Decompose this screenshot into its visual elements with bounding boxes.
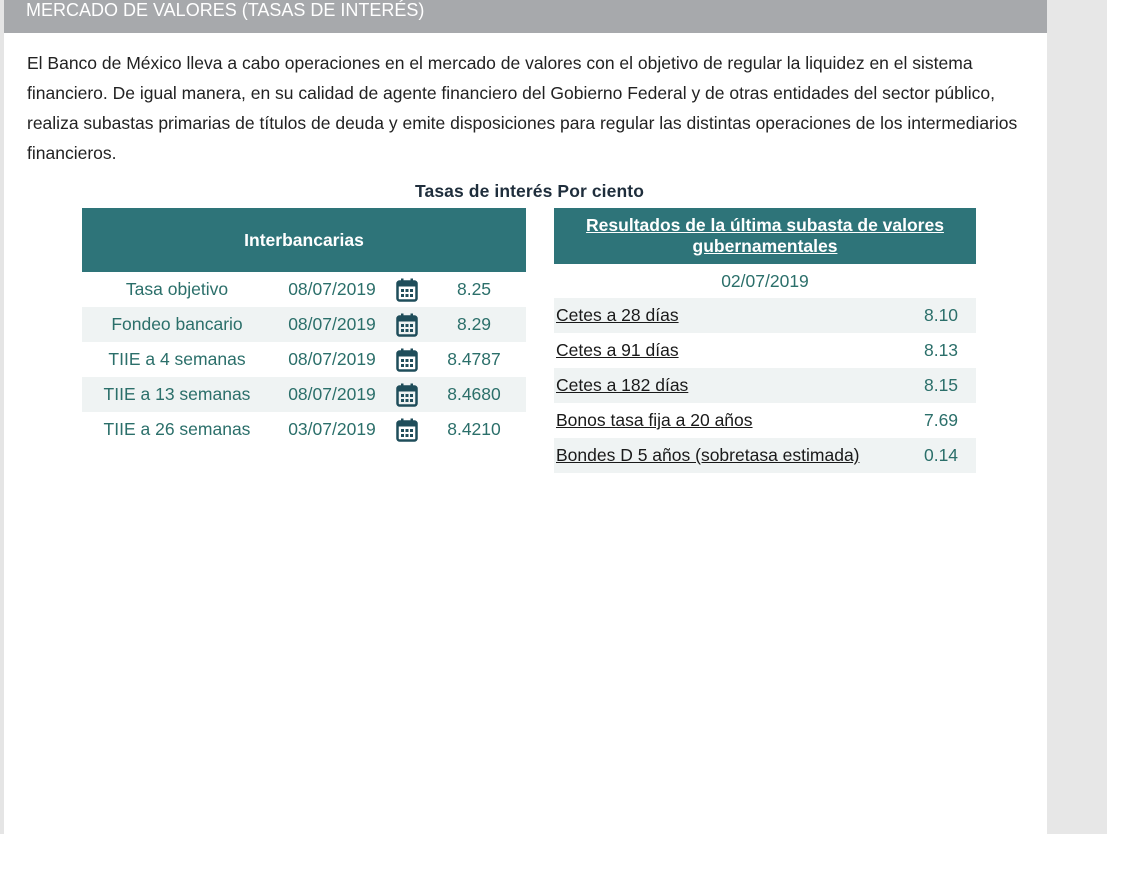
table-row: Tasa objetivo 08/07/2019 8.25 — [82, 272, 526, 307]
rate-value: 8.4787 — [447, 349, 501, 369]
security-name: Cetes a 182 días — [554, 368, 906, 403]
interbancarias-table: Interbancarias Tasa objetivo 08/07/2019 … — [82, 208, 526, 447]
rate-value: 8.4210 — [447, 419, 501, 439]
rate-date: 03/07/2019 — [288, 419, 376, 439]
right-gutter — [1047, 0, 1107, 834]
security-rate: 8.13 — [923, 340, 959, 360]
subasta-header[interactable]: Resultados de la última subasta de valor… — [554, 208, 976, 264]
rate-date: 08/07/2019 — [288, 279, 376, 299]
rate-date: 08/07/2019 — [272, 377, 392, 412]
rate-date: 08/07/2019 — [272, 307, 392, 342]
panel-header: MERCADO DE VALORES (TASAS DE INTERÉS) — [4, 0, 1047, 33]
security-link[interactable]: Bondes D 5 años (sobretasa estimada) — [556, 445, 860, 465]
security-link[interactable]: Cetes a 28 días — [556, 305, 679, 325]
rate-name: TIIE a 13 semanas — [82, 377, 272, 412]
panel-title: MERCADO DE VALORES (TASAS DE INTERÉS) — [26, 0, 425, 20]
rate-name: TIIE a 26 semanas — [103, 419, 251, 439]
calendar-icon[interactable] — [392, 307, 422, 342]
security-link[interactable]: Bonos tasa fija a 20 años — [556, 410, 753, 430]
security-rate: 8.10 — [906, 298, 976, 333]
calendar-icon[interactable] — [392, 272, 422, 307]
security-link[interactable]: Cetes a 91 días — [556, 340, 679, 360]
calendar-icon[interactable] — [392, 377, 422, 412]
table-row: Cetes a 91 días 8.13 — [554, 333, 976, 368]
tables-title: Tasas de interés Por ciento — [415, 181, 644, 201]
subasta-date: 02/07/2019 — [721, 270, 809, 291]
table-row: TIIE a 4 semanas 08/07/2019 8.4787 — [82, 342, 526, 377]
calendar-icon[interactable] — [392, 412, 422, 447]
table-row: Bonos tasa fija a 20 años 7.69 — [554, 403, 976, 438]
rate-name: Tasa objetivo — [125, 279, 229, 299]
interbancarias-header: Interbancarias — [82, 208, 526, 272]
security-rate: 7.69 — [923, 410, 959, 430]
table-row: Cetes a 28 días 8.10 — [554, 298, 976, 333]
security-rate: 8.15 — [906, 368, 976, 403]
calendar-icon[interactable] — [392, 342, 422, 377]
subasta-table: Resultados de la última subasta de valor… — [554, 208, 976, 473]
rate-value: 8.29 — [422, 307, 526, 342]
rate-value: 8.4680 — [422, 377, 526, 412]
security-link[interactable]: Cetes a 182 días — [556, 375, 688, 395]
security-name: Cetes a 91 días — [554, 333, 906, 368]
security-rate: 0.14 — [906, 438, 976, 473]
rate-date: 08/07/2019 — [288, 349, 376, 369]
subasta-header-link[interactable]: Resultados de la última subasta de valor… — [586, 215, 944, 256]
rate-name: TIIE a 4 semanas — [108, 349, 246, 369]
content-panel: MERCADO DE VALORES (TASAS DE INTERÉS) El… — [4, 0, 1047, 834]
security-name: Bonos tasa fija a 20 años — [554, 403, 906, 438]
table-row: Bondes D 5 años (sobretasa estimada) 0.1… — [554, 438, 976, 473]
table-row: Fondeo bancario 08/07/2019 8.29 — [82, 307, 526, 342]
security-name: Bondes D 5 años (sobretasa estimada) — [554, 438, 906, 473]
security-name: Cetes a 28 días — [554, 298, 906, 333]
table-row: TIIE a 13 semanas 08/07/2019 8.4680 — [82, 377, 526, 412]
intro-text: El Banco de México lleva a cabo operacio… — [27, 53, 1018, 163]
rate-name: Fondeo bancario — [82, 307, 272, 342]
rate-value: 8.25 — [456, 279, 492, 299]
table-row: TIIE a 26 semanas 03/07/2019 8.4210 — [82, 412, 526, 447]
table-row: Cetes a 182 días 8.15 — [554, 368, 976, 403]
